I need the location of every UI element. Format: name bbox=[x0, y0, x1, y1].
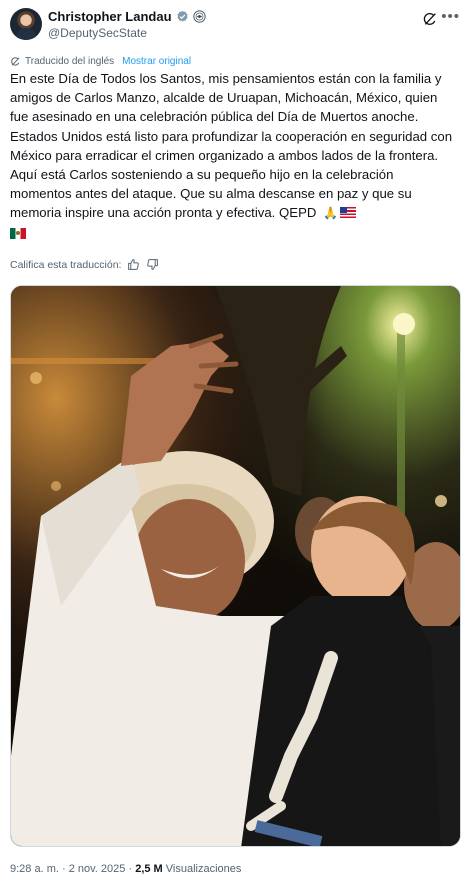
separator-dot: · bbox=[128, 863, 133, 875]
author-name-row: Christopher Landau bbox=[48, 9, 206, 24]
author-name[interactable]: Christopher Landau bbox=[48, 9, 172, 24]
avatar[interactable] bbox=[10, 8, 42, 40]
post-time[interactable]: 9:28 a. m. bbox=[10, 863, 59, 875]
post-date[interactable]: 2 nov. 2025 bbox=[69, 863, 126, 875]
grok-icon[interactable] bbox=[422, 11, 438, 27]
separator-dot: · bbox=[61, 863, 66, 875]
show-original-link[interactable]: Mostrar original bbox=[122, 56, 191, 67]
praying-hands-icon: 🙏 bbox=[323, 206, 339, 221]
more-icon[interactable]: ••• bbox=[441, 8, 460, 25]
government-seal-icon[interactable] bbox=[192, 10, 206, 23]
thumb-up-icon[interactable] bbox=[127, 258, 140, 271]
views-count: 2,5 M bbox=[135, 863, 163, 875]
rate-translation-label: Califica esta traducción: bbox=[10, 258, 122, 271]
us-flag-icon bbox=[340, 207, 357, 219]
mexico-flag-icon bbox=[10, 227, 26, 239]
translate-icon bbox=[11, 57, 20, 66]
tweet-body: En este Día de Todos los Santos, mis pen… bbox=[10, 71, 453, 221]
tweet-header: Christopher Landau @DeputySecState ••• bbox=[10, 8, 460, 44]
translation-note: Traducido del inglés bbox=[25, 56, 115, 67]
verified-badge-icon bbox=[176, 10, 188, 22]
author-handle[interactable]: @DeputySecState bbox=[48, 26, 147, 40]
thumb-down-icon[interactable] bbox=[146, 258, 159, 271]
tweet-text: En este Día de Todos los Santos, mis pen… bbox=[10, 69, 458, 243]
photo-illustration bbox=[11, 286, 460, 846]
rate-translation: Califica esta traducción: bbox=[10, 258, 159, 271]
translation-bar: Traducido del inglés Mostrar original bbox=[10, 56, 191, 67]
tweet-photo[interactable] bbox=[10, 285, 461, 847]
tweet-meta: 9:28 a. m. · 2 nov. 2025 · 2,5 M Visuali… bbox=[10, 863, 241, 875]
views-label: Visualizaciones bbox=[165, 863, 242, 875]
